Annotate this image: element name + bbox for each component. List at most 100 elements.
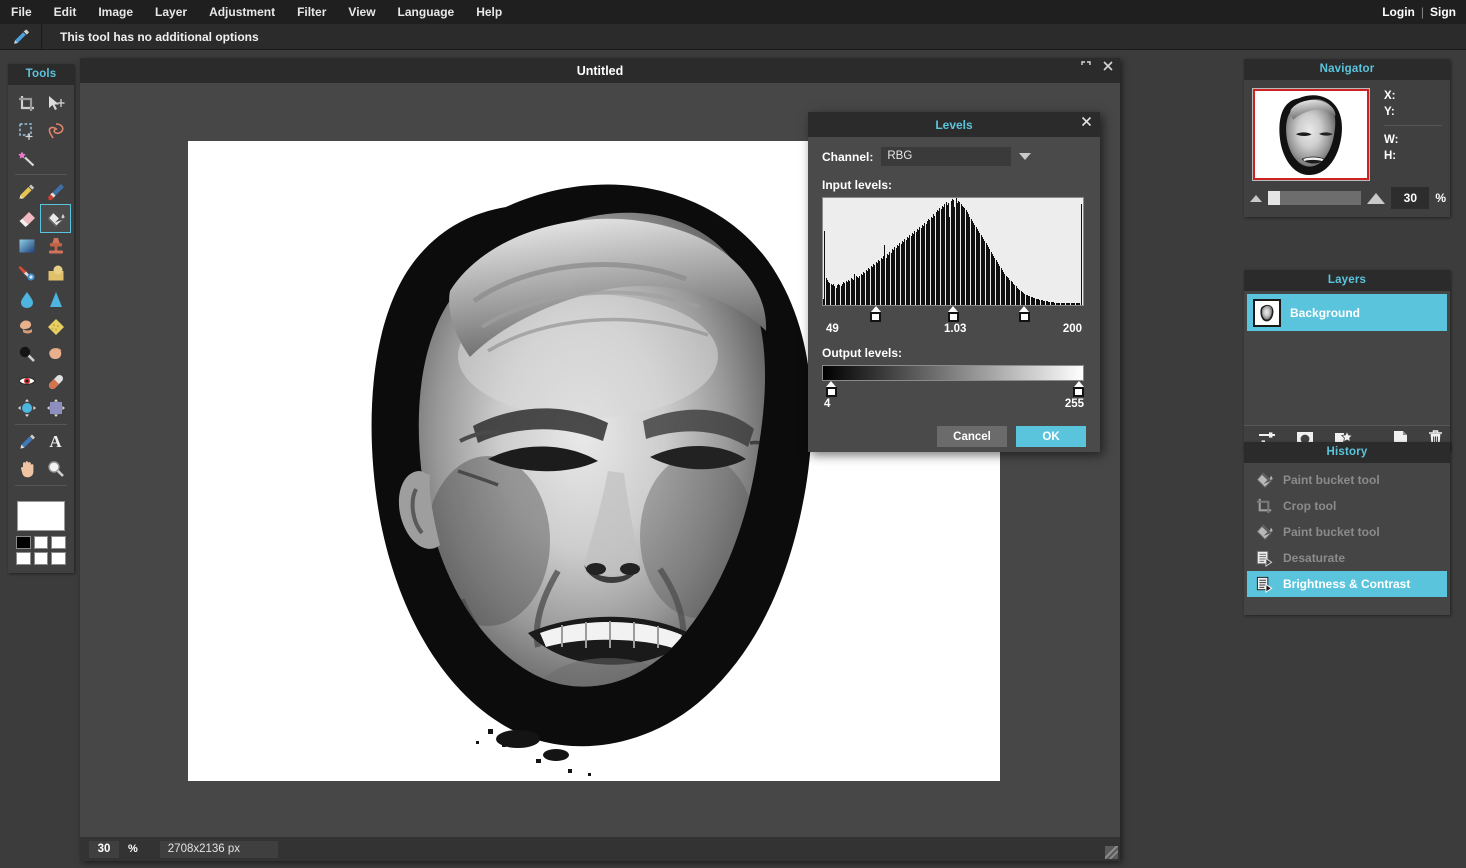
palette-swatch[interactable] <box>51 536 66 549</box>
tools-panel: Tools A <box>8 64 74 573</box>
maximize-icon[interactable] <box>1080 60 1092 72</box>
tool-options-text: This tool has no additional options <box>60 29 259 44</box>
burn-tool-icon[interactable] <box>41 340 70 367</box>
tool-row <box>12 340 70 367</box>
menu-item-adjustment[interactable]: Adjustment <box>198 1 286 23</box>
tool-row <box>12 455 70 482</box>
red-eye-tool-icon[interactable] <box>12 367 41 394</box>
pinch-tool-icon[interactable] <box>41 394 70 421</box>
login-link[interactable]: Login <box>1376 1 1421 23</box>
history-item-paint-bucket-1[interactable]: Paint bucket tool <box>1247 467 1447 493</box>
zoom-out-triangle-icon[interactable] <box>1250 194 1262 202</box>
output-white-point-handle[interactable] <box>1073 381 1084 397</box>
zoom-level-input[interactable]: 30 <box>89 840 119 858</box>
output-levels-slider-track[interactable] <box>822 381 1084 398</box>
output-black-point-handle[interactable] <box>825 381 837 397</box>
palette-swatch[interactable] <box>33 552 49 565</box>
navigator-zoom-input[interactable]: 30 <box>1391 187 1430 209</box>
layers-list: Background <box>1244 291 1450 425</box>
menu-item-file[interactable]: File <box>0 1 43 23</box>
navigator-h-label: H: <box>1384 150 1397 162</box>
menu-item-layer[interactable]: Layer <box>144 1 198 23</box>
input-histogram[interactable] <box>822 197 1084 306</box>
input-gamma-handle[interactable] <box>947 306 959 322</box>
history-item-brightness-contrast[interactable]: Brightness & Contrast <box>1247 571 1447 597</box>
levels-dialog-titlebar: Levels <box>808 112 1100 137</box>
eyedropper-icon <box>0 23 42 50</box>
palette-swatch[interactable] <box>16 552 31 565</box>
histogram-bars <box>823 198 1083 305</box>
crop-tool-icon[interactable] <box>12 90 41 117</box>
gradient-tool-icon[interactable] <box>12 232 41 259</box>
smudge-tool-icon[interactable] <box>12 313 41 340</box>
brush-tool-icon[interactable] <box>41 178 70 205</box>
close-icon[interactable] <box>1081 116 1092 127</box>
menu-item-view[interactable]: View <box>337 1 386 23</box>
input-white-point-handle[interactable] <box>1018 306 1030 322</box>
hand-tool-icon[interactable] <box>12 455 41 482</box>
heal-tool-icon[interactable] <box>41 367 70 394</box>
paint-bucket-tool-icon[interactable] <box>40 204 71 233</box>
history-item-desaturate[interactable]: Desaturate <box>1247 545 1447 571</box>
magic-wand-tool-icon[interactable] <box>12 144 41 171</box>
history-item-crop[interactable]: Crop tool <box>1247 493 1447 519</box>
menu-item-edit[interactable]: Edit <box>43 1 88 23</box>
levels-dialog-buttons: Cancel OK <box>808 416 1100 447</box>
cancel-button[interactable]: Cancel <box>937 426 1007 447</box>
sharpen-tool-icon[interactable] <box>12 259 41 286</box>
foreground-color-swatch[interactable] <box>17 501 65 531</box>
layer-thumbnail <box>1253 298 1281 327</box>
palette-swatch[interactable] <box>51 552 66 565</box>
ok-button[interactable]: OK <box>1016 426 1086 447</box>
dodge-tool-icon[interactable] <box>12 340 41 367</box>
history-item-label: Paint bucket tool <box>1283 473 1380 487</box>
pencil-tool-icon[interactable] <box>12 178 41 205</box>
sponge-tool-icon[interactable] <box>41 313 70 340</box>
auth-area: Login | Sign <box>1376 0 1466 24</box>
output-levels-values: 4 255 <box>822 398 1084 416</box>
zoom-tool-icon[interactable] <box>41 455 70 482</box>
tools-divider <box>15 174 67 175</box>
zoom-in-triangle-icon[interactable] <box>1367 192 1386 204</box>
stamp-tool-icon[interactable] <box>41 232 70 259</box>
lasso-tool-icon[interactable] <box>41 117 70 144</box>
output-levels-gradient[interactable] <box>822 365 1084 381</box>
blur-tool-icon[interactable] <box>12 286 41 313</box>
history-item-paint-bucket-2[interactable]: Paint bucket tool <box>1247 519 1447 545</box>
marquee-select-tool-icon[interactable] <box>12 117 41 144</box>
layer-row-background[interactable]: Background <box>1247 294 1447 331</box>
sharpen-cone-tool-icon[interactable] <box>41 286 70 313</box>
palette-swatch[interactable] <box>33 536 49 549</box>
input-levels-slider-track[interactable] <box>822 306 1084 323</box>
signup-link[interactable]: Sign <box>1424 1 1462 23</box>
history-item-label: Brightness & Contrast <box>1283 577 1411 591</box>
input-white-value: 200 <box>1062 323 1082 335</box>
menu-item-filter[interactable]: Filter <box>286 1 337 23</box>
shape-tool-icon[interactable] <box>41 259 70 286</box>
canvas-window-buttons <box>1080 60 1114 72</box>
tools-divider <box>15 485 67 486</box>
eraser-tool-icon[interactable] <box>12 205 41 232</box>
navigator-thumbnail-image <box>1279 95 1342 176</box>
navigator-zoom-slider-handle[interactable] <box>1268 191 1280 205</box>
navigator-zoom-slider[interactable] <box>1268 191 1362 205</box>
color-swatch-area <box>8 495 74 573</box>
handle-box <box>947 312 959 322</box>
tool-row <box>12 232 70 259</box>
chevron-down-icon[interactable] <box>1019 152 1032 166</box>
adjustment-icon <box>1256 550 1273 567</box>
palette-swatch[interactable] <box>16 536 31 549</box>
navigator-thumbnail[interactable] <box>1252 88 1370 181</box>
window-resize-grip[interactable] <box>1105 846 1118 859</box>
menu-item-image[interactable]: Image <box>87 1 144 23</box>
bloat-tool-icon[interactable] <box>12 394 41 421</box>
input-black-point-handle[interactable] <box>870 306 882 322</box>
close-icon[interactable] <box>1102 60 1114 72</box>
eyedropper-tool-icon[interactable] <box>12 428 41 455</box>
text-tool-icon[interactable]: A <box>41 428 70 455</box>
image-dimensions-label: 2708x2136 px <box>159 840 279 858</box>
menu-item-help[interactable]: Help <box>465 1 513 23</box>
menu-item-language[interactable]: Language <box>387 1 466 23</box>
move-tool-icon[interactable] <box>41 90 70 117</box>
channel-select[interactable]: RBG <box>881 147 1012 166</box>
